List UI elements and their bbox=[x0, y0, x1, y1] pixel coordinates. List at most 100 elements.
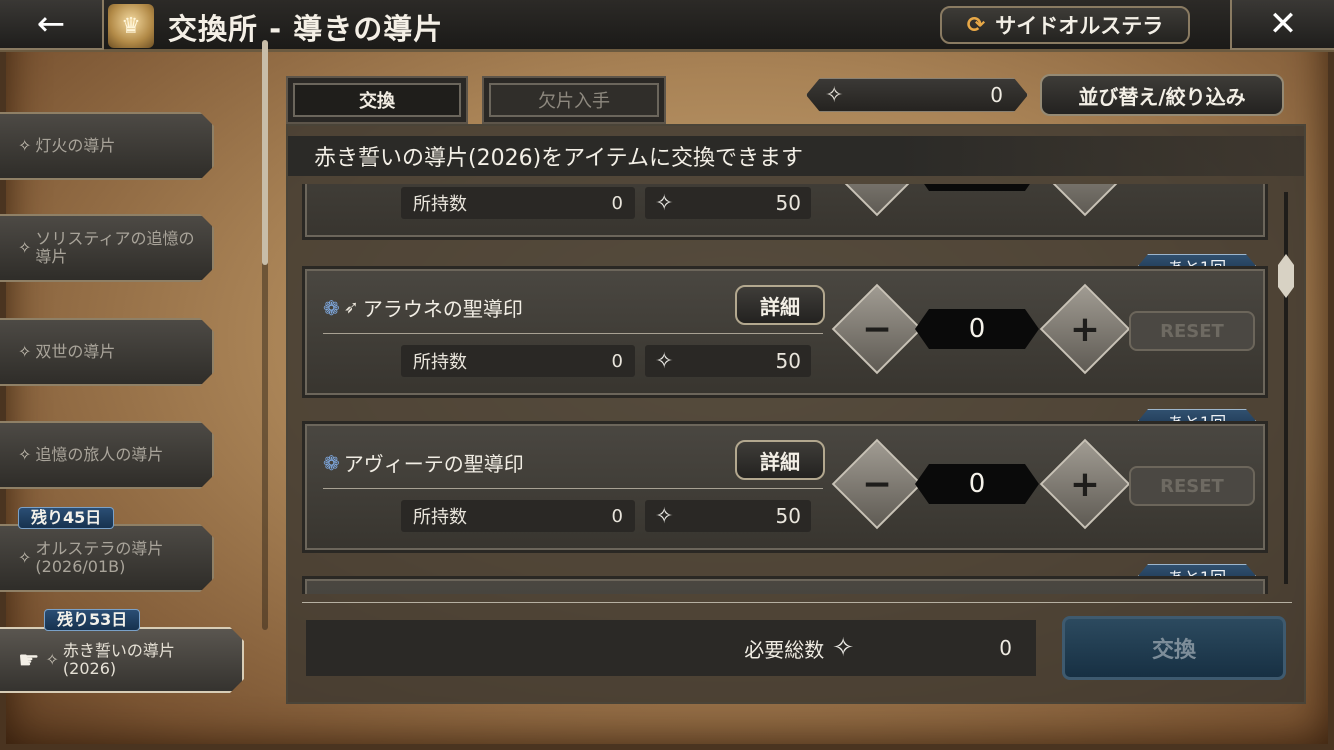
owned-label: 所持数 bbox=[413, 352, 467, 373]
total-required-bar: 必要総数 ✧ 0 bbox=[306, 620, 1036, 676]
sidebar-scrollbar-thumb[interactable] bbox=[262, 40, 268, 265]
increment-button[interactable]: + bbox=[1039, 283, 1131, 375]
currency-display: ✧ 0 bbox=[806, 78, 1028, 112]
reset-button[interactable]: RESET bbox=[1129, 311, 1255, 351]
header-bar: ← ♛ 交換所 - 導きの導片 ⟳ サイドオルステラ ✕ bbox=[0, 0, 1334, 52]
divider bbox=[323, 488, 823, 489]
increment-button[interactable]: + bbox=[1039, 184, 1131, 217]
close-icon: ✕ bbox=[1268, 4, 1298, 44]
cost-value: 50 bbox=[775, 191, 801, 215]
sidebar-item-label: ソリスティアの追憶の導片 bbox=[35, 229, 195, 266]
owned-count-box: 所持数 0 bbox=[401, 187, 635, 219]
sidebar-item-solistia[interactable]: ✧ ソリスティアの追憶の導片 bbox=[0, 214, 214, 282]
decrement-button[interactable]: − bbox=[831, 438, 923, 530]
detail-button[interactable]: 詳細 bbox=[735, 285, 825, 325]
exchange-panel: 赤き誓いの導片(2026)をアイテムに交換できます 所持数 0 ✧ 50 − 0… bbox=[286, 124, 1306, 704]
remaining-days-badge: 残り53日 bbox=[44, 609, 141, 631]
diamond-icon: ✧ bbox=[18, 445, 32, 464]
pointing-hand-icon: ☛ bbox=[18, 646, 40, 674]
owned-label: 所持数 bbox=[413, 194, 467, 215]
quantity-value: 0 bbox=[915, 184, 1039, 191]
item-title: ❁ ➶ アラウネの聖導印 bbox=[323, 293, 523, 322]
decrement-button[interactable]: − bbox=[831, 184, 923, 217]
plus-icon: + bbox=[1069, 463, 1101, 505]
exchange-item-card bbox=[302, 576, 1268, 594]
shard-icon: ✧ bbox=[832, 633, 854, 663]
shard-icon: ✧ bbox=[655, 190, 674, 216]
diamond-icon: ✧ bbox=[18, 136, 32, 155]
owned-value: 0 bbox=[611, 350, 623, 372]
diamond-icon: ✧ bbox=[45, 650, 59, 669]
divider bbox=[302, 602, 1292, 603]
cost-box: ✧ 50 bbox=[645, 187, 811, 219]
shard-icon: ✧ bbox=[655, 503, 674, 529]
diamond-icon: ✧ bbox=[18, 238, 32, 257]
exchange-item-list[interactable]: 所持数 0 ✧ 50 − 0 + あと1回 ❁ ➶ アラウネの聖導印 詳細 所持… bbox=[288, 184, 1304, 594]
cost-value: 50 bbox=[775, 504, 801, 528]
page-title: 交換所 - 導きの導片 bbox=[168, 12, 444, 46]
exchange-button[interactable]: 交換 bbox=[1062, 616, 1286, 680]
panel-description: 赤き誓いの導片(2026)をアイテムに交換できます bbox=[288, 136, 1304, 176]
exchange-shop-emblem-icon: ♛ bbox=[108, 4, 154, 48]
side-orsterra-button[interactable]: ⟳ サイドオルステラ bbox=[940, 6, 1190, 44]
item-name: アヴィーテの聖導印 bbox=[343, 452, 524, 476]
quantity-value: 0 bbox=[915, 309, 1039, 349]
item-title: ❁ アヴィーテの聖導印 bbox=[323, 448, 524, 477]
quantity-value: 0 bbox=[915, 464, 1039, 504]
tab-fragment-acquire-label: 欠片入手 bbox=[489, 83, 659, 117]
sort-filter-button[interactable]: 並び替え/絞り込み bbox=[1040, 74, 1284, 116]
total-label: 必要総数 bbox=[744, 637, 825, 662]
decrement-button[interactable]: − bbox=[831, 283, 923, 375]
shard-icon: ✧ bbox=[655, 348, 674, 374]
cost-box: ✧ 50 bbox=[645, 345, 811, 377]
shard-icon: ✧ bbox=[825, 82, 844, 108]
gem-icon: ❁ bbox=[323, 295, 340, 320]
minus-icon: − bbox=[861, 308, 893, 350]
owned-count-box: 所持数 0 bbox=[401, 345, 635, 377]
detail-button[interactable]: 詳細 bbox=[735, 440, 825, 480]
sword-icon: ➶ bbox=[343, 297, 359, 318]
sidebar-item-tomoshibi[interactable]: ✧ 灯火の導片 bbox=[0, 112, 214, 180]
total-value: 0 bbox=[999, 636, 1012, 660]
currency-value: 0 bbox=[990, 83, 1003, 107]
plus-icon: + bbox=[1069, 308, 1101, 350]
tab-exchange-label: 交換 bbox=[293, 83, 461, 117]
reset-button[interactable]: RESET bbox=[1129, 466, 1255, 506]
tab-exchange[interactable]: 交換 bbox=[286, 76, 468, 124]
sidebar-item-souse[interactable]: ✧ 双世の導片 bbox=[0, 318, 214, 386]
owned-value: 0 bbox=[611, 505, 623, 527]
tab-fragment-acquire[interactable]: 欠片入手 bbox=[482, 76, 666, 124]
sidebar-item-orsterra[interactable]: ✧ オルステラの導片(2026/01B) bbox=[0, 524, 214, 592]
sidebar-item-label: 灯火の導片 bbox=[35, 136, 116, 155]
sidebar-item-label: 追憶の旅人の導片 bbox=[35, 445, 164, 464]
minus-icon: − bbox=[861, 463, 893, 505]
owned-value: 0 bbox=[611, 192, 623, 214]
plus-icon: + bbox=[1055, 184, 1115, 201]
item-name: アラウネの聖導印 bbox=[362, 297, 523, 321]
exchange-item-card: 所持数 0 ✧ 50 − 0 + bbox=[302, 184, 1268, 240]
sync-icon: ⟳ bbox=[966, 12, 986, 38]
increment-button[interactable]: + bbox=[1039, 438, 1131, 530]
remaining-days-badge: 残り45日 bbox=[18, 507, 115, 529]
close-button[interactable]: ✕ bbox=[1230, 0, 1334, 50]
sidebar-item-label: オルステラの導片(2026/01B) bbox=[35, 539, 164, 576]
minus-icon: − bbox=[847, 184, 907, 201]
divider bbox=[323, 333, 823, 334]
sidebar-item-label: 赤き誓いの導片(2026) bbox=[62, 641, 175, 678]
arrow-left-icon: ← bbox=[36, 4, 66, 44]
exchange-item-card: ❁ アヴィーテの聖導印 詳細 所持数 0 ✧ 50 − 0 + RESET bbox=[302, 421, 1268, 553]
diamond-icon: ✧ bbox=[18, 342, 32, 361]
list-scrollbar-track[interactable] bbox=[1284, 192, 1288, 584]
diamond-icon: ✧ bbox=[18, 548, 32, 567]
sidebar-item-label: 双世の導片 bbox=[35, 342, 116, 361]
gem-icon: ❁ bbox=[323, 450, 340, 475]
sidebar-item-tsuioku-tabibito[interactable]: ✧ 追憶の旅人の導片 bbox=[0, 421, 214, 489]
owned-label: 所持数 bbox=[413, 507, 467, 528]
sidebar-item-akaki-chikai[interactable]: ☛ ✧ 赤き誓いの導片(2026) bbox=[0, 627, 244, 693]
exchange-item-card: ❁ ➶ アラウネの聖導印 詳細 所持数 0 ✧ 50 − 0 + RESET bbox=[302, 266, 1268, 398]
owned-count-box: 所持数 0 bbox=[401, 500, 635, 532]
cost-box: ✧ 50 bbox=[645, 500, 811, 532]
back-button[interactable]: ← bbox=[0, 0, 104, 50]
cost-value: 50 bbox=[775, 349, 801, 373]
side-orsterra-label: サイドオルステラ bbox=[995, 14, 1164, 38]
